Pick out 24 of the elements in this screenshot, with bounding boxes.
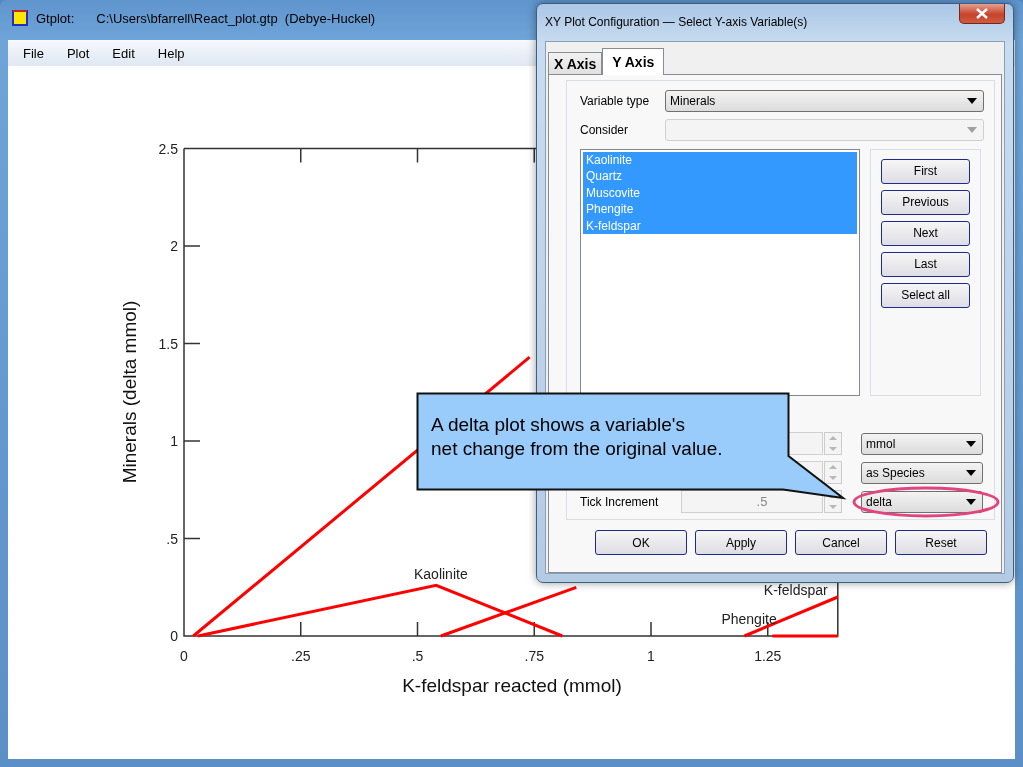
y-tick-label: .5 [166, 530, 178, 547]
x-axis-title: K-feldspar reacted (mmol) [402, 675, 622, 696]
x-tick-label: 1 [647, 648, 655, 664]
x-tick-label: 1.25 [754, 648, 782, 664]
y-tick-label: 0 [170, 628, 178, 644]
file-path: C:\Users\bfarrell\React_plot.gtp (Debye-Huckel) [96, 10, 376, 26]
line-label: Kaolinite [414, 566, 468, 583]
y-axis-title: Minerals (delta mmol) [119, 300, 140, 484]
line-label: Phengite [721, 611, 777, 628]
x-tick-label: .75 [524, 648, 544, 664]
y-tick-label: 2.5 [158, 140, 178, 157]
y-tick-label: 1.5 [158, 335, 178, 352]
x-tick-label: .25 [291, 648, 311, 664]
field-label: Consider [580, 123, 630, 138]
field-label: Variable type [580, 94, 651, 109]
tooltip-text: A delta plot shows a variable's net change from the original value. [431, 413, 723, 461]
y-tick-label: 2 [170, 238, 178, 254]
y-tick-label: 1 [170, 433, 178, 449]
x-tick-label: .5 [411, 648, 424, 664]
dialog-title: XY Plot Configuration — Select Y-axis Variable(s) [545, 15, 808, 29]
field-label: Tick Increment [580, 494, 659, 509]
x-tick-label: 0 [180, 648, 188, 664]
line-label: K-feldspar [763, 582, 828, 599]
window-title: Gtplot: [36, 10, 75, 26]
